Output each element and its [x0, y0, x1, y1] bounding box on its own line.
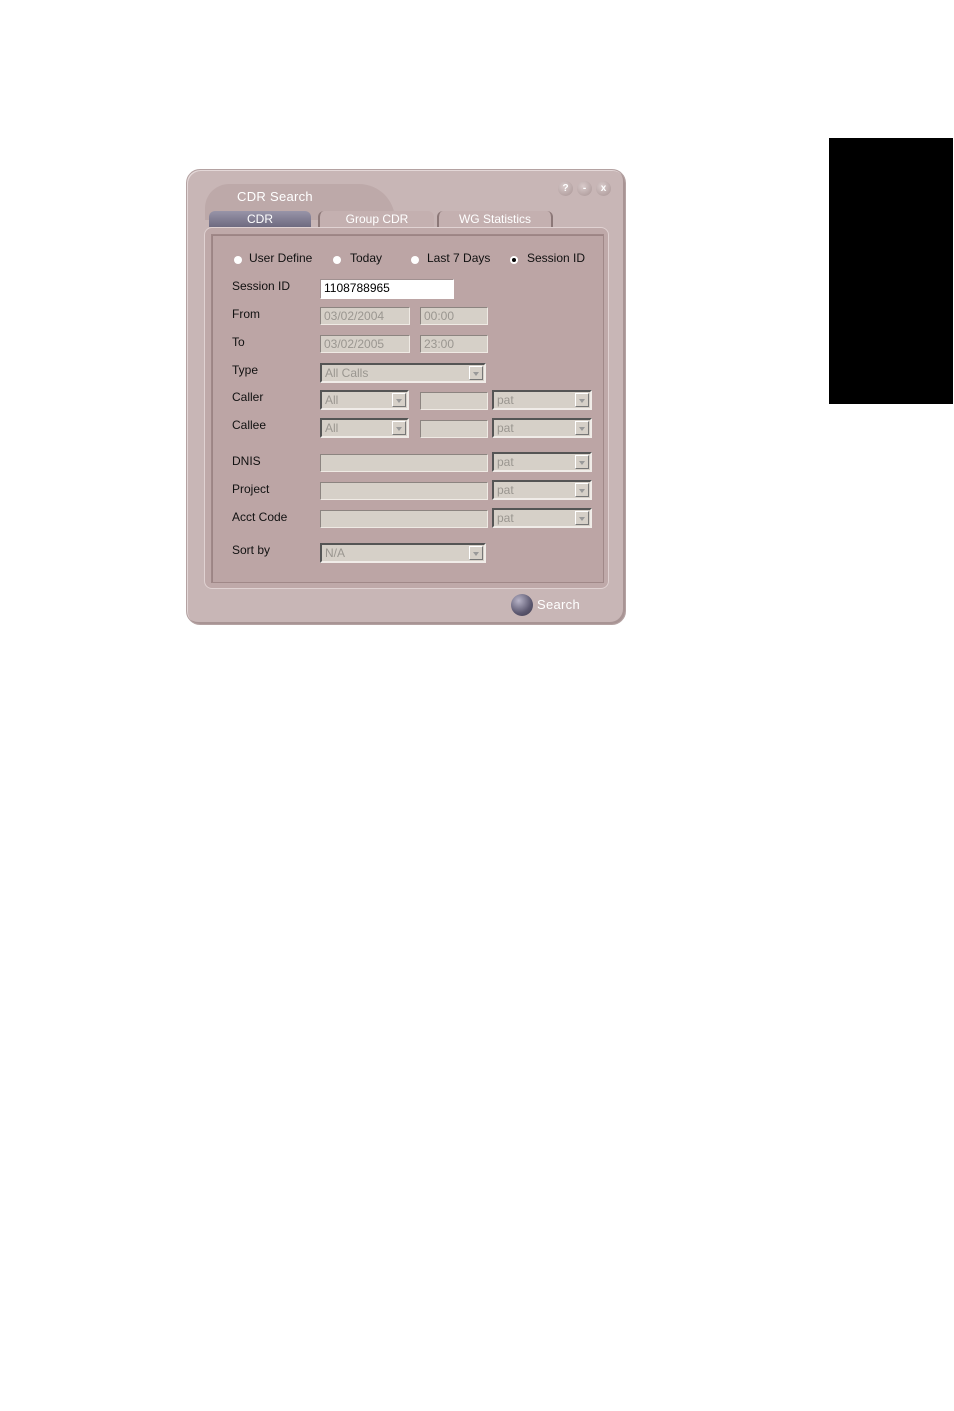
acct-code-user-value: pat	[497, 511, 514, 525]
radio-session-id-label[interactable]: Session ID	[527, 251, 585, 265]
callee-mode-value: All	[325, 421, 339, 435]
chevron-down-icon[interactable]	[575, 455, 589, 469]
chevron-down-icon[interactable]	[575, 511, 589, 525]
chapter-side-tab	[829, 138, 953, 404]
chevron-down-icon[interactable]	[392, 393, 406, 407]
close-button[interactable]: x	[596, 181, 611, 196]
radio-session-id[interactable]	[510, 256, 518, 264]
chevron-down-icon[interactable]	[575, 393, 589, 407]
cdr-search-window: CDR Search ? - x CDR Group CDR WG Statis…	[186, 169, 626, 625]
help-button[interactable]: ?	[558, 181, 573, 196]
from-date-input[interactable]: 03/02/2004	[320, 307, 410, 325]
dnis-user-value: pat	[497, 455, 514, 469]
tab-cdr[interactable]: CDR	[209, 211, 311, 227]
dnis-input[interactable]	[320, 454, 488, 472]
chevron-down-icon[interactable]	[469, 366, 483, 380]
radio-user-define-label[interactable]: User Define	[249, 251, 312, 265]
project-input[interactable]	[320, 482, 488, 500]
to-label: To	[232, 335, 245, 349]
caller-mode-select[interactable]: All	[320, 390, 409, 410]
minimize-button[interactable]: -	[577, 181, 592, 196]
caller-input[interactable]	[420, 392, 488, 410]
acct-code-input[interactable]	[320, 510, 488, 528]
type-label: Type	[232, 363, 259, 377]
callee-mode-select[interactable]: All	[320, 418, 409, 438]
caller-user-value: pat	[497, 393, 514, 407]
dnis-label: DNIS	[232, 454, 261, 468]
radio-today[interactable]	[333, 256, 341, 264]
to-time-input[interactable]: 23:00	[420, 335, 488, 353]
session-id-input[interactable]: 1108788965	[320, 279, 454, 299]
type-select-value: All Calls	[325, 366, 369, 380]
radio-today-label[interactable]: Today	[350, 251, 382, 265]
chevron-down-icon[interactable]	[575, 483, 589, 497]
dnis-user-select[interactable]: pat	[492, 452, 592, 472]
caller-user-select[interactable]: pat	[492, 390, 592, 410]
acct-code-user-select[interactable]: pat	[492, 508, 592, 528]
callee-input[interactable]	[420, 420, 488, 438]
chevron-down-icon[interactable]	[469, 546, 483, 560]
to-date-input[interactable]: 03/02/2005	[320, 335, 410, 353]
window-title: CDR Search	[237, 189, 313, 204]
radio-last-7-days-label[interactable]: Last 7 Days	[427, 251, 490, 265]
search-button-label[interactable]: Search	[537, 597, 580, 612]
chevron-down-icon[interactable]	[392, 421, 406, 435]
caller-mode-value: All	[325, 393, 339, 407]
search-orb-icon[interactable]	[511, 594, 533, 616]
sort-by-label: Sort by	[232, 543, 271, 557]
project-user-select[interactable]: pat	[492, 480, 592, 500]
caller-label: Caller	[232, 390, 264, 404]
tab-group-cdr[interactable]: Group CDR	[318, 211, 434, 227]
tab-wg-statistics[interactable]: WG Statistics	[437, 211, 553, 227]
acct-code-label: Acct Code	[232, 510, 288, 524]
callee-user-value: pat	[497, 421, 514, 435]
chevron-down-icon[interactable]	[575, 421, 589, 435]
cdr-form-panel: User Define Today Last 7 Days Session ID…	[211, 234, 604, 583]
project-user-value: pat	[497, 483, 514, 497]
project-label: Project	[232, 482, 270, 496]
type-select[interactable]: All Calls	[320, 363, 486, 383]
session-id-label: Session ID	[232, 279, 291, 293]
callee-user-select[interactable]: pat	[492, 418, 592, 438]
from-time-input[interactable]: 00:00	[420, 307, 488, 325]
sort-by-select[interactable]: N/A	[320, 543, 486, 563]
callee-label: Callee	[232, 418, 267, 432]
from-label: From	[232, 307, 260, 321]
radio-last-7-days[interactable]	[411, 256, 419, 264]
radio-user-define[interactable]	[234, 256, 242, 264]
sort-by-value: N/A	[325, 546, 346, 560]
